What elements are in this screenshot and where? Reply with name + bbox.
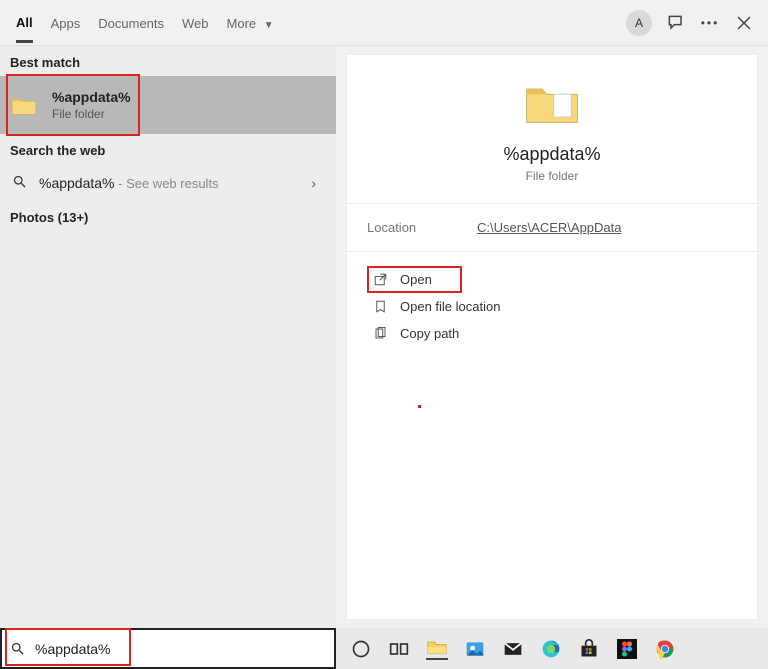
avatar[interactable]: A xyxy=(626,10,652,36)
figma-icon[interactable] xyxy=(616,638,638,660)
tab-documents[interactable]: Documents xyxy=(98,4,164,41)
preview-subtitle: File folder xyxy=(526,169,579,183)
search-input[interactable] xyxy=(35,641,326,657)
copy-path-action[interactable]: Copy path xyxy=(367,320,737,347)
tab-strip: All Apps Documents Web More ▼ xyxy=(16,3,274,43)
open-action[interactable]: Open xyxy=(367,266,462,293)
more-options-icon[interactable]: ••• xyxy=(700,13,720,33)
edge-icon[interactable] xyxy=(540,638,562,660)
folder-icon xyxy=(10,91,38,119)
photos-app-icon[interactable] xyxy=(464,638,486,660)
best-match-subtitle: File folder xyxy=(52,107,131,121)
tab-all[interactable]: All xyxy=(16,3,33,43)
photos-section-label[interactable]: Photos (13+) xyxy=(0,202,336,233)
tab-more-label: More xyxy=(227,16,257,31)
chevron-right-icon: › xyxy=(311,175,316,191)
preview-title: %appdata% xyxy=(503,144,600,165)
taskbar xyxy=(336,628,768,669)
copy-path-label: Copy path xyxy=(400,326,459,341)
open-file-location-label: Open file location xyxy=(400,299,500,314)
best-match-title: %appdata% xyxy=(52,89,131,105)
open-action-label: Open xyxy=(400,272,432,287)
results-pane: Best match %appdata% File folder Search … xyxy=(0,46,336,628)
chrome-icon[interactable] xyxy=(654,638,676,660)
search-web-label: Search the web xyxy=(0,134,336,164)
tab-web[interactable]: Web xyxy=(182,4,209,41)
folder-large-icon xyxy=(524,79,580,130)
cortana-icon[interactable] xyxy=(350,638,372,660)
chevron-down-icon: ▼ xyxy=(264,20,274,31)
search-icon xyxy=(10,641,25,656)
file-explorer-icon[interactable] xyxy=(426,638,448,660)
search-box[interactable] xyxy=(0,628,336,669)
store-icon[interactable] xyxy=(578,638,600,660)
tab-apps[interactable]: Apps xyxy=(51,4,81,41)
best-match-label: Best match xyxy=(0,46,336,76)
close-icon[interactable] xyxy=(734,13,754,33)
feedback-icon[interactable] xyxy=(666,13,686,33)
best-match-result[interactable]: %appdata% File folder xyxy=(0,76,336,134)
web-result-hint: - See web results xyxy=(115,176,219,191)
location-path[interactable]: C:\Users\ACER\AppData xyxy=(477,220,622,235)
open-file-location-action[interactable]: Open file location xyxy=(367,293,737,320)
annotation-dot xyxy=(418,405,421,408)
search-icon xyxy=(12,174,27,192)
web-result-query: %appdata% xyxy=(39,175,115,191)
preview-actions: Open Open file location Copy path xyxy=(347,252,757,361)
top-tab-bar: All Apps Documents Web More ▼ A ••• xyxy=(0,0,768,46)
preview-pane: %appdata% File folder Location C:\Users\… xyxy=(346,54,758,620)
web-result-row[interactable]: %appdata% - See web results › xyxy=(0,164,336,202)
task-view-icon[interactable] xyxy=(388,638,410,660)
mail-icon[interactable] xyxy=(502,638,524,660)
top-actions: A ••• xyxy=(626,10,758,36)
best-match-text: %appdata% File folder xyxy=(52,89,131,121)
location-label: Location xyxy=(367,220,477,235)
tab-more[interactable]: More ▼ xyxy=(227,4,274,41)
